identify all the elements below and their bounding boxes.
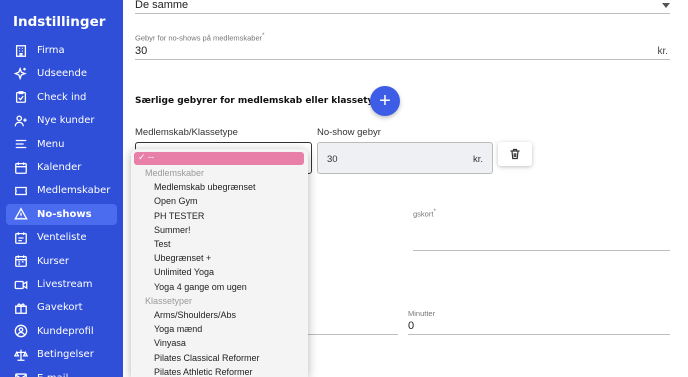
user-plus-icon [11,111,31,131]
delete-row-button[interactable] [498,142,532,166]
list-calendar-icon [11,228,31,248]
sidebar-item-label: Kurser [37,255,69,267]
clipboard-check-icon [11,87,31,107]
calendar-icon [11,158,31,178]
fee-column-label: No-show gebyr [317,127,381,138]
dropdown-option[interactable]: Pilates Classical Reformer [154,353,260,363]
row-fee-input[interactable]: 30 kr. [317,142,493,174]
sidebar-item-nye-kunder[interactable]: Nye kunder [6,110,117,131]
dropdown-option[interactable]: Ubegrænset + [154,253,211,263]
sidebar-item-betingelser[interactable]: Betingelser [6,344,117,365]
dropdown-option[interactable]: Medlemskab ubegrænset [154,182,256,192]
special-fees-heading: Særlige gebyrer for medlemskab eller kla… [135,96,386,106]
sidebar-item-label: Medlemskaber [37,185,111,197]
minutes-input[interactable]: 0 [408,320,670,335]
sidebar-item-menu[interactable]: Menu [6,134,117,155]
sidebar-item-label: Udseende [37,68,88,80]
dropdown-group-label: Medlemskaber [145,168,205,178]
sidebar: Indstillinger Firma Udseende Check ind Nye … [0,0,123,377]
add-special-fee-button[interactable]: + [370,86,400,116]
sidebar-item-firma[interactable]: Firma [6,40,117,61]
sidebar-item-label: Kundeprofil [37,325,94,337]
sidebar-title: Indstillinger [13,14,106,30]
check-icon: ✓ [138,152,146,162]
dropdown-option[interactable]: Test [154,239,171,249]
sidebar-item-label: Nye kunder [37,115,95,127]
sidebar-item-label: Gavekort [37,302,83,314]
fee-label: Gebyr for no-shows på medlemskaber* [135,32,265,43]
sidebar-item-label: Menu [37,138,65,150]
menu-icon [11,134,31,154]
user-circle-icon [11,321,31,341]
ticket-icon [11,181,31,201]
dropdown-option[interactable]: Pilates Athletic Reformer [154,367,253,377]
dropdown-option[interactable]: PH TESTER [154,211,204,221]
sidebar-item-kurser[interactable]: Kurser [6,251,117,272]
sidebar-item-label: Livestream [37,279,93,290]
fee-unit: kr. [657,46,668,57]
sidebar-item-udseende[interactable]: Udseende [6,63,117,84]
minutes-label: Minutter [408,309,436,318]
sidebar-item-kalender[interactable]: Kalender [6,157,117,178]
sidebar-item-label: Firma [37,45,65,56]
dropdown-option[interactable]: Arms/Shoulders/Abs [154,310,236,320]
partial-field-label: gskort* [413,208,436,219]
video-icon [11,275,31,295]
dropdown-option[interactable]: Open Gym [154,196,198,206]
minutes-value: 0 [408,320,415,332]
fee-input-value: 30 [135,45,148,57]
dropdown-option[interactable]: Yoga 4 gange om ugen [154,282,247,292]
row-fee-unit: kr. [472,154,483,165]
sparkle-icon [11,64,31,84]
sidebar-item-label: No-shows [37,208,92,220]
no-show-mode-select[interactable]: De samme [135,0,670,14]
sidebar-item-medlemskaber[interactable]: Medlemskaber [6,180,117,201]
no-show-mode-value: De samme [135,0,189,11]
sidebar-item-label: Kalender [37,162,82,173]
partial-field-input[interactable] [413,250,670,251]
sidebar-item-gavekort[interactable]: Gavekort [6,297,117,318]
warning-icon [11,204,31,224]
sidebar-item-no-shows[interactable]: No-shows [6,203,117,225]
chevron-down-icon [662,3,670,8]
dropdown-option-selected[interactable]: ✓ -- [134,152,304,165]
sidebar-item-label: Betingelser [37,349,94,361]
building-icon [11,41,31,61]
membership-column-label: Medlemskab/Klassetype [135,127,238,138]
sidebar-item-livestream[interactable]: Livestream [6,274,117,295]
sidebar-item-venteliste[interactable]: Venteliste [6,227,117,248]
dropdown-option[interactable]: Summer! [154,225,191,235]
fee-input[interactable]: 30 kr. [135,44,670,60]
dropdown-option[interactable]: Unlimited Yoga [154,267,214,277]
sidebar-item-kundeprofil[interactable]: Kundeprofil [6,321,117,342]
sidebar-item-e-mail[interactable]: E-mail [6,368,117,377]
scale-icon [11,345,31,365]
membership-dropdown-menu: ✓ -- Medlemskaber Medlemskab ubegrænset Op… [131,149,308,377]
row-fee-value: 30 [327,154,338,165]
dropdown-option[interactable]: Vinyasa [154,338,186,348]
gift-icon [11,298,31,318]
sidebar-item-check-ind[interactable]: Check ind [6,87,117,108]
sidebar-item-label: Venteliste [37,232,87,244]
mail-icon [11,368,31,377]
dropdown-option[interactable]: Yoga mænd [154,324,202,334]
course-calendar-icon [11,251,31,271]
sidebar-item-label: E-mail [37,373,68,377]
sidebar-item-label: Check ind [37,91,87,103]
dropdown-option-label: -- [148,152,154,162]
trash-icon [510,148,520,160]
hours-field-input[interactable] [308,334,398,335]
dropdown-group-label: Klassetyper [145,295,193,306]
